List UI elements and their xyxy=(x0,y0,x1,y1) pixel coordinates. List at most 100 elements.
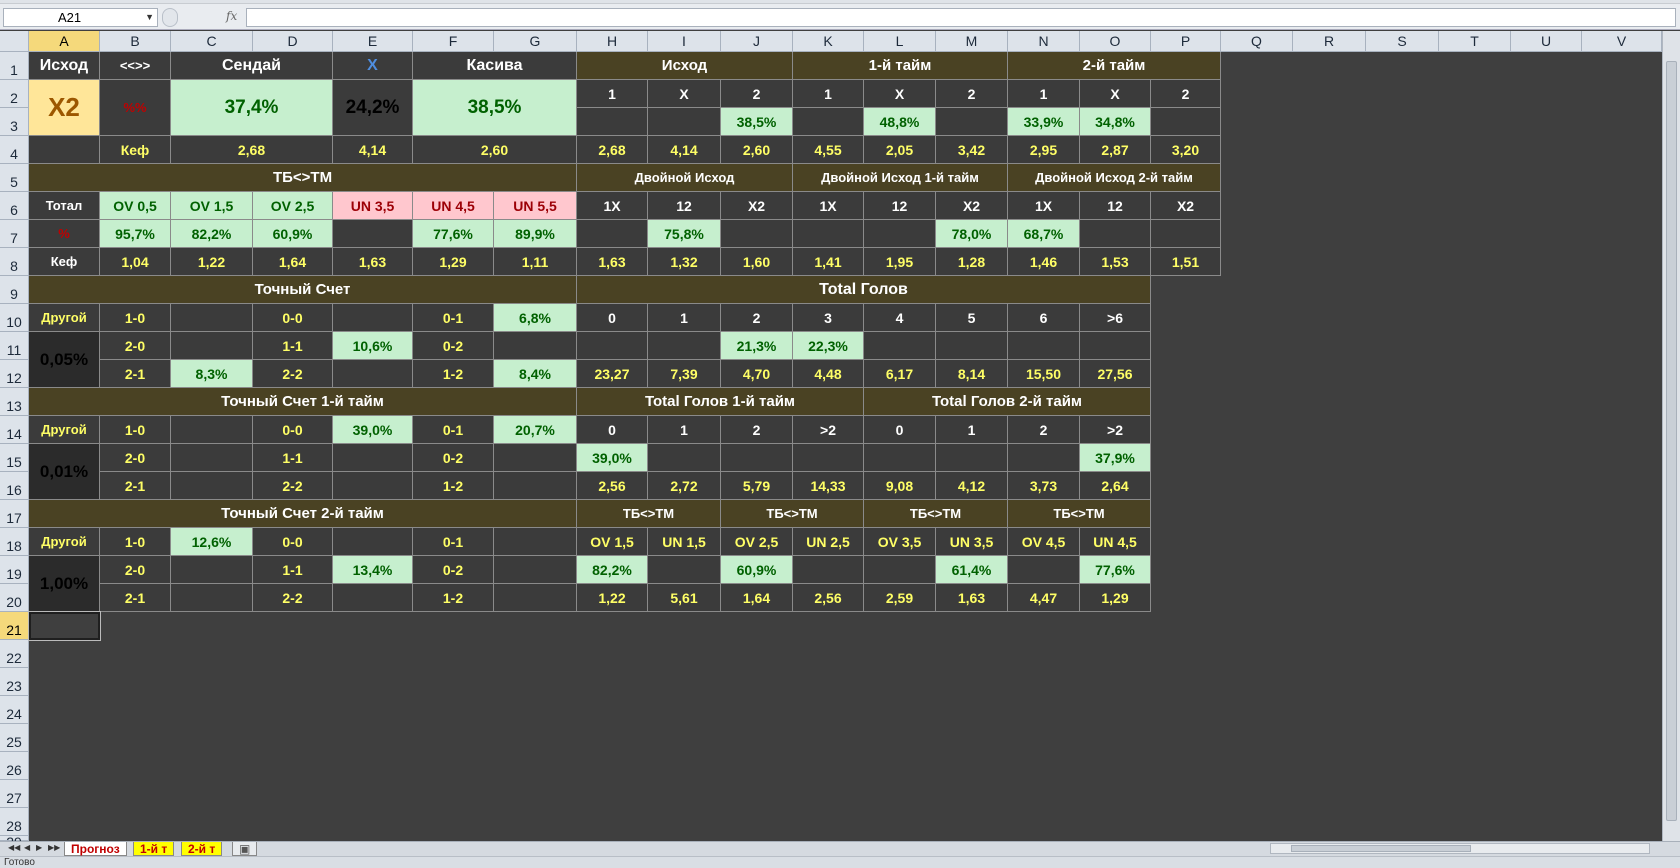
tbtm-kef[interactable]: 1,63 xyxy=(936,584,1008,612)
goals-half-label[interactable]: 0 xyxy=(864,416,936,444)
column-header[interactable]: B xyxy=(100,31,171,52)
row-header[interactable]: 7 xyxy=(0,220,29,248)
goals-half-kef[interactable]: 2,56 xyxy=(577,472,648,500)
double-header[interactable]: Двойной Исход xyxy=(577,164,793,192)
home-pct[interactable]: 37,4% xyxy=(171,80,333,136)
column-header[interactable]: K xyxy=(793,31,864,52)
tbtm-label[interactable]: UN 2,5 xyxy=(793,528,864,556)
tbtm-header[interactable]: ТБ<>ТМ xyxy=(721,500,864,528)
draw-label[interactable]: X xyxy=(333,52,413,80)
column-header[interactable]: G xyxy=(494,31,577,52)
tbtm-header[interactable]: ТБ<>ТМ xyxy=(864,500,1008,528)
market-label[interactable]: X xyxy=(864,80,936,108)
score-label[interactable]: 2-0 xyxy=(100,444,171,472)
row-header[interactable]: 4 xyxy=(0,136,29,164)
column-header[interactable]: I xyxy=(648,31,721,52)
double-kef[interactable]: 1,51 xyxy=(1151,248,1221,276)
market-kef[interactable]: 2,95 xyxy=(1008,136,1080,164)
tbtm-kef[interactable]: 1,22 xyxy=(577,584,648,612)
double-label[interactable]: 12 xyxy=(1080,192,1151,220)
tbtm-label[interactable]: OV 1,5 xyxy=(577,528,648,556)
goals-half-label[interactable]: >2 xyxy=(793,416,864,444)
score-pct[interactable] xyxy=(333,472,413,500)
tbtm-kef[interactable]: 1,29 xyxy=(1080,584,1151,612)
score-label[interactable]: 0-2 xyxy=(413,444,494,472)
total-pct[interactable]: 77,6% xyxy=(413,220,494,248)
away-kef[interactable]: 2,60 xyxy=(413,136,577,164)
total-option[interactable]: UN 5,5 xyxy=(494,192,577,220)
double-label[interactable]: 12 xyxy=(648,192,721,220)
exact-score-header[interactable]: Точный Счет xyxy=(29,276,577,304)
market-label[interactable]: 2 xyxy=(1151,80,1221,108)
score-pct[interactable] xyxy=(333,528,413,556)
sheet-tab-second-half[interactable]: 2-й т xyxy=(181,842,223,856)
double-kef[interactable]: 1,28 xyxy=(936,248,1008,276)
total-option[interactable]: OV 2,5 xyxy=(253,192,333,220)
double2-header[interactable]: Двойной Исход 2-й тайм xyxy=(1008,164,1221,192)
score-pct[interactable] xyxy=(171,584,253,612)
double-pct[interactable] xyxy=(793,220,864,248)
score-label[interactable]: 0-1 xyxy=(413,528,494,556)
total-option[interactable]: UN 3,5 xyxy=(333,192,413,220)
column-header[interactable]: U xyxy=(1511,31,1582,52)
score-label[interactable]: 0-0 xyxy=(253,416,333,444)
row-header[interactable]: 1 xyxy=(0,52,29,80)
double-kef[interactable]: 1,41 xyxy=(793,248,864,276)
total-option[interactable]: UN 4,5 xyxy=(413,192,494,220)
goals-label[interactable]: 6 xyxy=(1008,304,1080,332)
market-label[interactable]: X xyxy=(648,80,721,108)
goals-half-label[interactable]: 2 xyxy=(1008,416,1080,444)
market-pct[interactable]: 33,9% xyxy=(1008,108,1080,136)
double-label[interactable]: X2 xyxy=(721,192,793,220)
goals-label[interactable]: 0 xyxy=(577,304,648,332)
first-sheet-icon[interactable]: ◀◀ xyxy=(8,843,20,852)
prev-sheet-icon[interactable]: ◀ xyxy=(24,843,30,852)
column-header[interactable]: M xyxy=(936,31,1008,52)
row-header[interactable]: 2 xyxy=(0,80,29,108)
market-pct[interactable]: 38,5% xyxy=(721,108,793,136)
score-pct[interactable]: 6,8% xyxy=(494,304,577,332)
goals-half-label[interactable]: 0 xyxy=(577,416,648,444)
row-header[interactable]: 9 xyxy=(0,276,29,304)
column-header[interactable]: O xyxy=(1080,31,1151,52)
score-label[interactable]: 1-1 xyxy=(253,444,333,472)
score-pct[interactable] xyxy=(494,584,577,612)
market-pct[interactable] xyxy=(577,108,648,136)
double1-header[interactable]: Двойной Исход 1-й тайм xyxy=(793,164,1008,192)
market-kef[interactable]: 2,05 xyxy=(864,136,936,164)
column-header[interactable]: R xyxy=(1293,31,1366,52)
market-label[interactable]: 2 xyxy=(936,80,1008,108)
double-pct[interactable] xyxy=(1151,220,1221,248)
double-pct[interactable] xyxy=(864,220,936,248)
score-label[interactable]: 1-0 xyxy=(100,528,171,556)
goals-half-pct[interactable] xyxy=(936,444,1008,472)
column-header[interactable]: C xyxy=(171,31,253,52)
tbtm-kef[interactable]: 2,59 xyxy=(864,584,936,612)
exact-score-1h-header[interactable]: Точный Счет 1-й тайм xyxy=(29,388,577,416)
score-pct[interactable] xyxy=(494,528,577,556)
double-label[interactable]: X2 xyxy=(1151,192,1221,220)
other-pct[interactable]: 1,00% xyxy=(29,556,100,612)
other-pct[interactable]: 0,05% xyxy=(29,332,100,388)
tbtm-label[interactable]: UN 1,5 xyxy=(648,528,721,556)
market-header-second[interactable]: 2-й тайм xyxy=(1008,52,1221,80)
market-kef[interactable]: 2,60 xyxy=(721,136,793,164)
tbtm-kef[interactable]: 2,56 xyxy=(793,584,864,612)
other-label[interactable]: Другой xyxy=(29,528,100,556)
row-header[interactable]: 27 xyxy=(0,780,29,808)
scroll-thumb[interactable] xyxy=(1666,61,1677,821)
score-label[interactable]: 0-0 xyxy=(253,528,333,556)
score-pct[interactable] xyxy=(171,472,253,500)
goals-half-kef[interactable]: 14,33 xyxy=(793,472,864,500)
market-kef[interactable]: 3,42 xyxy=(936,136,1008,164)
goals-label[interactable]: 1 xyxy=(648,304,721,332)
score-label[interactable]: 0-2 xyxy=(413,332,494,360)
tbtm-label[interactable]: UN 4,5 xyxy=(1080,528,1151,556)
tbtm-pct[interactable] xyxy=(1008,556,1080,584)
row-header[interactable]: 11 xyxy=(0,332,29,360)
name-box[interactable]: A21 ▼ xyxy=(3,8,158,27)
market-kef[interactable]: 4,55 xyxy=(793,136,864,164)
goals-label[interactable]: >6 xyxy=(1080,304,1151,332)
goals-kef[interactable]: 15,50 xyxy=(1008,360,1080,388)
goals-half-kef[interactable]: 2,64 xyxy=(1080,472,1151,500)
